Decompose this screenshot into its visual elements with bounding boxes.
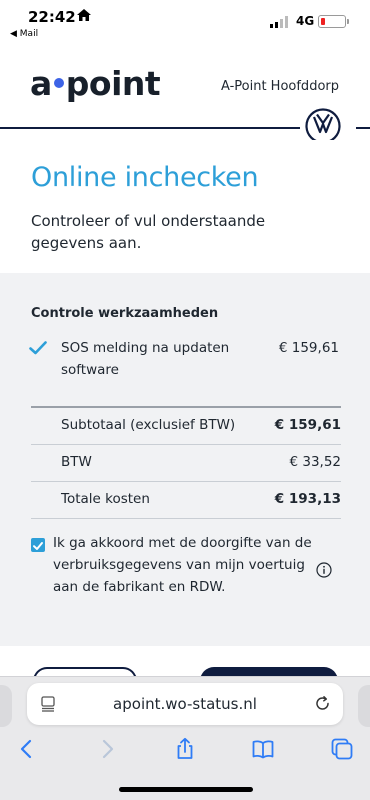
vat-value: € 33,52 bbox=[289, 454, 341, 470]
row-divider bbox=[31, 518, 341, 519]
network-type: 4G bbox=[296, 14, 315, 28]
intro-section: Online inchecken Controleer of vul onder… bbox=[0, 140, 370, 273]
header-divider bbox=[0, 127, 300, 129]
previous-tab-peek[interactable] bbox=[0, 685, 12, 727]
bookmarks-icon[interactable] bbox=[251, 737, 275, 761]
status-time: 22:42 bbox=[28, 8, 76, 26]
home-indicator bbox=[119, 787, 253, 792]
total-label: Totale kosten bbox=[61, 491, 150, 507]
header-divider-end bbox=[356, 127, 370, 129]
total-row: Totale kosten € 193,13 bbox=[31, 482, 341, 518]
totals-table: Subtotaal (exclusief BTW) € 159,61 BTW €… bbox=[31, 406, 341, 519]
subtotal-value: € 159,61 bbox=[274, 417, 341, 433]
work-section-title: Controle werkzaamheden bbox=[31, 306, 219, 321]
dealer-name: A-Point Hoofddorp bbox=[220, 79, 339, 94]
battery-icon bbox=[318, 15, 349, 28]
logo-text-a: a bbox=[30, 64, 52, 103]
url-text[interactable]: apoint.wo-status.nl bbox=[27, 695, 343, 713]
vat-label: BTW bbox=[61, 454, 92, 470]
browser-toolbar: apoint.wo-status.nl bbox=[0, 676, 370, 800]
logo-text-point: point bbox=[65, 64, 161, 103]
total-value: € 193,13 bbox=[274, 491, 341, 507]
signal-icon bbox=[270, 16, 292, 28]
home-icon bbox=[77, 9, 91, 21]
back-to-mail-link[interactable]: ◀ Mail bbox=[10, 29, 38, 39]
vat-row: BTW € 33,52 bbox=[31, 445, 341, 481]
address-bar[interactable]: apoint.wo-status.nl bbox=[27, 683, 343, 725]
next-tab-peek[interactable] bbox=[358, 685, 370, 727]
forward-arrow-icon[interactable] bbox=[95, 737, 119, 761]
check-icon bbox=[29, 341, 47, 355]
tabs-icon[interactable] bbox=[330, 737, 354, 761]
checkbox-check-icon bbox=[33, 542, 43, 550]
site-header: a point A-Point Hoofddorp bbox=[0, 44, 370, 144]
subtotal-row: Subtotaal (exclusief BTW) € 159,61 bbox=[31, 408, 341, 444]
work-item-price: € 159,61 bbox=[278, 340, 339, 356]
apoint-logo[interactable]: a point bbox=[30, 64, 161, 103]
vw-logo-icon bbox=[305, 108, 341, 144]
status-bar: 22:42 ◀ Mail 4G bbox=[0, 0, 370, 44]
consent-text[interactable]: Ik ga akkoord met de doorgifte van de ve… bbox=[53, 532, 313, 598]
share-icon[interactable] bbox=[173, 737, 197, 761]
page-subtitle: Controleer of vul onderstaande gegevens … bbox=[31, 212, 266, 252]
consent-checkbox[interactable] bbox=[31, 538, 45, 552]
info-icon[interactable] bbox=[316, 562, 332, 578]
work-item-label: SOS melding na updaten software bbox=[61, 340, 230, 378]
subtotal-label: Subtotaal (exclusief BTW) bbox=[61, 417, 236, 433]
checkin-panel: Controle werkzaamheden SOS melding na up… bbox=[0, 273, 370, 646]
page-title: Online inchecken bbox=[31, 162, 259, 193]
back-arrow-icon[interactable] bbox=[15, 737, 39, 761]
logo-dot-icon bbox=[53, 77, 64, 88]
reload-icon[interactable] bbox=[314, 695, 331, 712]
